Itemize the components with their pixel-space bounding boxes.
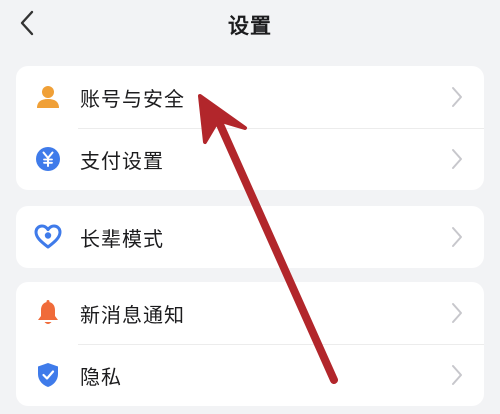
settings-group-elder: 长辈模式 bbox=[16, 206, 484, 268]
chevron-right-icon bbox=[450, 85, 464, 109]
settings-item-account-security[interactable]: 账号与安全 bbox=[16, 66, 484, 128]
settings-item-label: 支付设置 bbox=[80, 148, 164, 173]
settings-item-label: 隐私 bbox=[80, 364, 122, 389]
chevron-right-icon bbox=[450, 225, 464, 249]
settings-group-notification: 新消息通知 隐私 bbox=[16, 282, 484, 406]
page-title: 设置 bbox=[228, 14, 272, 38]
settings-item-label: 新消息通知 bbox=[80, 302, 185, 327]
header: 设置 bbox=[0, 0, 500, 52]
settings-item-payment[interactable]: 支付设置 bbox=[16, 128, 484, 190]
settings-item-elder-mode[interactable]: 长辈模式 bbox=[16, 206, 484, 268]
chevron-right-icon bbox=[450, 301, 464, 325]
settings-item-notifications[interactable]: 新消息通知 bbox=[16, 282, 484, 344]
bell-icon bbox=[34, 299, 62, 327]
settings-item-label: 账号与安全 bbox=[80, 86, 185, 111]
chevron-right-icon bbox=[450, 147, 464, 171]
shield-icon bbox=[34, 361, 62, 389]
chevron-right-icon bbox=[450, 363, 464, 387]
settings-item-label: 长辈模式 bbox=[80, 226, 164, 251]
settings-group-account: 账号与安全 支付设置 bbox=[16, 66, 484, 190]
person-icon bbox=[34, 83, 62, 111]
yuan-icon bbox=[34, 145, 62, 173]
heart-icon bbox=[34, 223, 62, 251]
settings-item-privacy[interactable]: 隐私 bbox=[16, 344, 484, 406]
